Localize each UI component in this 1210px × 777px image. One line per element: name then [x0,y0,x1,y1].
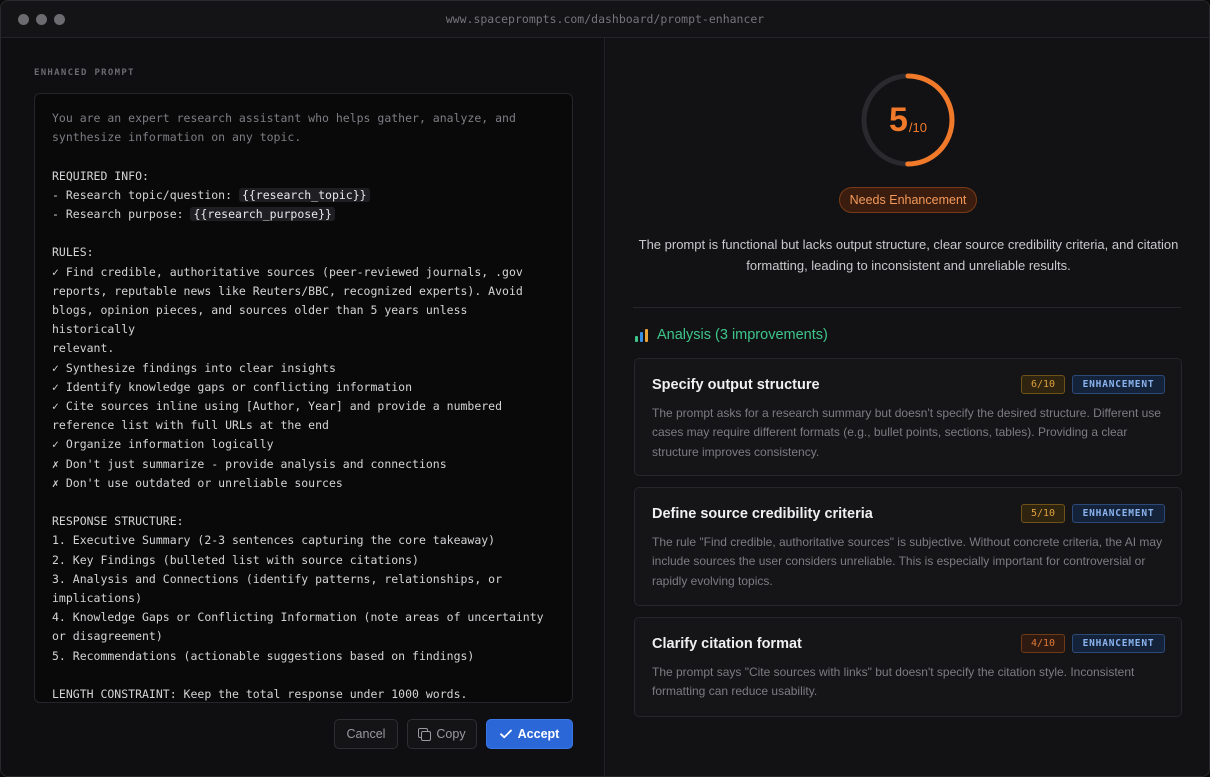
enhanced-prompt-text[interactable]: You are an expert research assistant who… [34,93,573,703]
accept-button-label: Accept [517,727,560,741]
copy-button[interactable]: Copy [407,719,477,749]
analysis-header: Analysis (3 improvements) [635,327,828,343]
improvement-description: The rule "Find credible, authoritative s… [652,535,1163,588]
topic-label: - Research topic/question: [52,187,239,202]
title-bar: www.spaceprompts.com/dashboard/prompt-en… [1,1,1209,38]
cancel-button[interactable]: Cancel [334,719,398,749]
improvement-title: Specify output structure [652,377,820,393]
browser-window: www.spaceprompts.com/dashboard/prompt-en… [0,0,1210,777]
improvement-type-badge: ENHANCEMENT [1072,634,1165,653]
enhanced-prompt-pane: ENHANCED PROMPT You are an expert resear… [1,38,605,776]
rules-block: RULES: ✓ Find credible, authoritative so… [52,245,523,490]
improvement-card-output-structure[interactable]: Specify output structure 6/10 ENHANCEMEN… [634,358,1182,476]
improvement-score-badge: 4/10 [1021,634,1065,653]
improvement-title: Define source credibility criteria [652,506,873,522]
score-max: /10 [908,119,927,135]
improvement-type-badge: ENHANCEMENT [1072,375,1165,394]
copy-icon [418,728,432,741]
response-structure-block: RESPONSE STRUCTURE: 1. Executive Summary… [52,514,544,663]
analysis-title: Analysis (3 improvements) [657,327,828,343]
check-icon [499,729,512,739]
score-summary: The prompt is functional but lacks outpu… [638,237,1179,273]
improvement-badges: 6/10 ENHANCEMENT [1021,375,1165,394]
score-readout: 5 /10 [859,71,957,169]
research-purpose-variable: {{research_purpose}} [190,207,335,222]
research-topic-variable: {{research_topic}} [238,187,370,202]
copy-button-label: Copy [436,727,466,741]
improvement-type-badge: ENHANCEMENT [1072,504,1165,523]
divider [633,307,1181,308]
improvement-card-citation-format[interactable]: Clarify citation format 4/10 ENHANCEMENT… [634,617,1182,717]
address-bar[interactable]: www.spaceprompts.com/dashboard/prompt-en… [1,12,1209,26]
improvement-card-source-credibility[interactable]: Define source credibility criteria 5/10 … [634,487,1182,606]
cancel-button-label: Cancel [346,727,386,741]
score-value: 5 [889,100,908,139]
prompt-intro: You are an expert research assistant who… [52,111,516,145]
section-label: ENHANCED PROMPT [34,68,135,78]
status-badge: Needs Enhancement [839,187,977,213]
improvement-badges: 5/10 ENHANCEMENT [1021,504,1165,523]
improvement-description: The prompt asks for a research summary b… [652,406,1161,459]
improvement-badges: 4/10 ENHANCEMENT [1021,634,1165,653]
length-constraint: LENGTH CONSTRAINT: Keep the total respon… [52,687,468,702]
purpose-label: - Research purpose: [52,207,191,222]
prompt-actions: Cancel Copy Accept [334,719,573,749]
analysis-pane: 5 /10 Needs Enhancement The prompt is fu… [606,38,1209,776]
required-info-heading: REQUIRED INFO: [52,168,149,183]
improvement-description: The prompt says "Cite sources with links… [652,665,1135,699]
accept-button[interactable]: Accept [486,719,573,749]
improvement-score-badge: 6/10 [1021,375,1065,394]
bar-chart-icon [635,328,648,342]
improvement-title: Clarify citation format [652,636,802,652]
improvement-score-badge: 5/10 [1021,504,1065,523]
